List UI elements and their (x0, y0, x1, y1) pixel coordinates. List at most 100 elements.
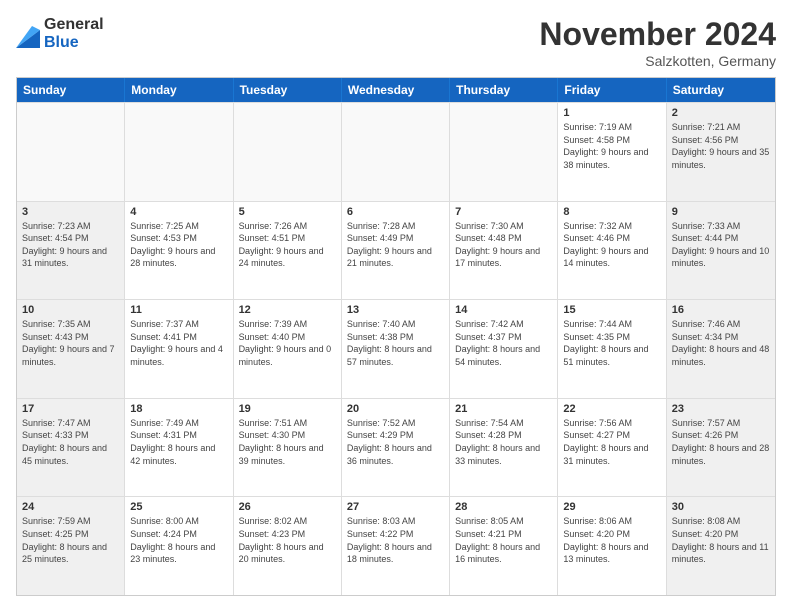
calendar: Sunday Monday Tuesday Wednesday Thursday… (16, 77, 776, 596)
day-number: 18 (130, 403, 227, 415)
day-info: Sunrise: 8:05 AM Sunset: 4:21 PM Dayligh… (455, 515, 552, 565)
cal-cell-r3-c2: 19Sunrise: 7:51 AM Sunset: 4:30 PM Dayli… (234, 399, 342, 497)
header-monday: Monday (125, 78, 233, 102)
cal-cell-r2-c6: 16 Sunrise: 7:46 AM Sunset: 4:34 PM Dayli… (667, 300, 775, 398)
logo: General Blue (16, 16, 104, 51)
header-friday: Friday (558, 78, 666, 102)
cal-cell-r1-c2: 5Sunrise: 7:26 AM Sunset: 4:51 PM Daylig… (234, 202, 342, 300)
day-info: Sunrise: 7:44 AM Sunset: 4:35 PM Dayligh… (563, 318, 660, 368)
day-info: Sunrise: 7:49 AM Sunset: 4:31 PM Dayligh… (130, 417, 227, 467)
header-wednesday: Wednesday (342, 78, 450, 102)
cal-cell-r1-c6: 9 Sunrise: 7:33 AM Sunset: 4:44 PM Daylig… (667, 202, 775, 300)
day-number: 3 (22, 206, 119, 218)
cal-cell-r2-c3: 13 Sunrise: 7:40 AM Sunset: 4:38 PM Dayli… (342, 300, 450, 398)
cal-cell-r4-c4: 28 Sunrise: 8:05 AM Sunset: 4:21 PM Dayli… (450, 497, 558, 595)
day-number: 19 (239, 403, 336, 415)
header-sunday: Sunday (17, 78, 125, 102)
day-number: 29 (563, 501, 660, 513)
cal-cell-r4-c6: 30Sunrise: 8:08 AM Sunset: 4:20 PM Dayli… (667, 497, 775, 595)
day-info: Sunrise: 7:42 AM Sunset: 4:37 PM Dayligh… (455, 318, 552, 368)
day-info: Sunrise: 7:25 AM Sunset: 4:53 PM Dayligh… (130, 220, 227, 270)
cal-cell-r1-c1: 4 Sunrise: 7:25 AM Sunset: 4:53 PM Daylig… (125, 202, 233, 300)
day-info: Sunrise: 7:33 AM Sunset: 4:44 PM Dayligh… (672, 220, 770, 270)
cal-cell-r0-c6: 2 Sunrise: 7:21 AM Sunset: 4:56 PM Daylig… (667, 103, 775, 201)
cal-cell-r4-c5: 29Sunrise: 8:06 AM Sunset: 4:20 PM Dayli… (558, 497, 666, 595)
cal-cell-r2-c4: 14 Sunrise: 7:42 AM Sunset: 4:37 PM Dayli… (450, 300, 558, 398)
day-number: 26 (239, 501, 336, 513)
day-number: 20 (347, 403, 444, 415)
cal-cell-r2-c5: 15 Sunrise: 7:44 AM Sunset: 4:35 PM Dayli… (558, 300, 666, 398)
day-number: 9 (672, 206, 770, 218)
day-number: 8 (563, 206, 660, 218)
day-info: Sunrise: 8:02 AM Sunset: 4:23 PM Dayligh… (239, 515, 336, 565)
calendar-body: 1 Sunrise: 7:19 AM Sunset: 4:58 PM Daylig… (17, 102, 775, 595)
cal-cell-r0-c4 (450, 103, 558, 201)
cal-cell-r3-c5: 22 Sunrise: 7:56 AM Sunset: 4:27 PM Dayli… (558, 399, 666, 497)
day-info: Sunrise: 7:21 AM Sunset: 4:56 PM Dayligh… (672, 121, 770, 171)
day-info: Sunrise: 7:32 AM Sunset: 4:46 PM Dayligh… (563, 220, 660, 270)
day-number: 1 (563, 107, 660, 119)
cal-cell-r0-c5: 1 Sunrise: 7:19 AM Sunset: 4:58 PM Daylig… (558, 103, 666, 201)
cal-cell-r3-c1: 18 Sunrise: 7:49 AM Sunset: 4:31 PM Dayli… (125, 399, 233, 497)
day-info: Sunrise: 8:08 AM Sunset: 4:20 PM Dayligh… (672, 515, 770, 565)
day-info: Sunrise: 7:35 AM Sunset: 4:43 PM Dayligh… (22, 318, 119, 368)
header: General Blue November 2024 Salzkotten, G… (16, 16, 776, 69)
day-number: 17 (22, 403, 119, 415)
title-block: November 2024 Salzkotten, Germany (539, 16, 776, 69)
cal-cell-r3-c3: 20Sunrise: 7:52 AM Sunset: 4:29 PM Dayli… (342, 399, 450, 497)
header-tuesday: Tuesday (234, 78, 342, 102)
month-title: November 2024 (539, 16, 776, 53)
day-number: 16 (672, 304, 770, 316)
cal-cell-r0-c1 (125, 103, 233, 201)
day-info: Sunrise: 7:59 AM Sunset: 4:25 PM Dayligh… (22, 515, 119, 565)
day-info: Sunrise: 8:00 AM Sunset: 4:24 PM Dayligh… (130, 515, 227, 565)
day-info: Sunrise: 7:40 AM Sunset: 4:38 PM Dayligh… (347, 318, 444, 368)
day-number: 11 (130, 304, 227, 316)
day-info: Sunrise: 7:26 AM Sunset: 4:51 PM Dayligh… (239, 220, 336, 270)
day-info: Sunrise: 7:56 AM Sunset: 4:27 PM Dayligh… (563, 417, 660, 467)
calendar-header: Sunday Monday Tuesday Wednesday Thursday… (17, 78, 775, 102)
cal-row-2: 10Sunrise: 7:35 AM Sunset: 4:43 PM Dayli… (17, 299, 775, 398)
location: Salzkotten, Germany (539, 53, 776, 69)
cal-cell-r1-c5: 8 Sunrise: 7:32 AM Sunset: 4:46 PM Daylig… (558, 202, 666, 300)
cal-cell-r1-c4: 7Sunrise: 7:30 AM Sunset: 4:48 PM Daylig… (450, 202, 558, 300)
day-info: Sunrise: 7:47 AM Sunset: 4:33 PM Dayligh… (22, 417, 119, 467)
day-number: 22 (563, 403, 660, 415)
cal-cell-r2-c2: 12 Sunrise: 7:39 AM Sunset: 4:40 PM Dayli… (234, 300, 342, 398)
day-info: Sunrise: 7:39 AM Sunset: 4:40 PM Dayligh… (239, 318, 336, 368)
header-thursday: Thursday (450, 78, 558, 102)
day-info: Sunrise: 7:57 AM Sunset: 4:26 PM Dayligh… (672, 417, 770, 467)
cal-cell-r3-c6: 23Sunrise: 7:57 AM Sunset: 4:26 PM Dayli… (667, 399, 775, 497)
day-info: Sunrise: 7:19 AM Sunset: 4:58 PM Dayligh… (563, 121, 660, 171)
cal-cell-r1-c3: 6Sunrise: 7:28 AM Sunset: 4:49 PM Daylig… (342, 202, 450, 300)
cal-cell-r0-c3 (342, 103, 450, 201)
day-info: Sunrise: 7:46 AM Sunset: 4:34 PM Dayligh… (672, 318, 770, 368)
day-number: 21 (455, 403, 552, 415)
day-info: Sunrise: 8:03 AM Sunset: 4:22 PM Dayligh… (347, 515, 444, 565)
day-info: Sunrise: 7:23 AM Sunset: 4:54 PM Dayligh… (22, 220, 119, 270)
header-saturday: Saturday (667, 78, 775, 102)
page: General Blue November 2024 Salzkotten, G… (0, 0, 792, 612)
day-number: 13 (347, 304, 444, 316)
day-number: 2 (672, 107, 770, 119)
day-number: 6 (347, 206, 444, 218)
cal-cell-r4-c1: 25 Sunrise: 8:00 AM Sunset: 4:24 PM Dayli… (125, 497, 233, 595)
cal-row-4: 24 Sunrise: 7:59 AM Sunset: 4:25 PM Dayli… (17, 496, 775, 595)
cal-cell-r0-c2 (234, 103, 342, 201)
day-number: 28 (455, 501, 552, 513)
day-number: 12 (239, 304, 336, 316)
day-number: 14 (455, 304, 552, 316)
day-number: 15 (563, 304, 660, 316)
day-info: Sunrise: 7:30 AM Sunset: 4:48 PM Dayligh… (455, 220, 552, 270)
day-info: Sunrise: 7:54 AM Sunset: 4:28 PM Dayligh… (455, 417, 552, 467)
day-number: 25 (130, 501, 227, 513)
cal-cell-r3-c0: 17 Sunrise: 7:47 AM Sunset: 4:33 PM Dayli… (17, 399, 125, 497)
day-number: 4 (130, 206, 227, 218)
cal-row-0: 1 Sunrise: 7:19 AM Sunset: 4:58 PM Daylig… (17, 102, 775, 201)
cal-cell-r4-c2: 26 Sunrise: 8:02 AM Sunset: 4:23 PM Dayli… (234, 497, 342, 595)
day-number: 24 (22, 501, 119, 513)
cal-cell-r4-c0: 24 Sunrise: 7:59 AM Sunset: 4:25 PM Dayli… (17, 497, 125, 595)
cal-cell-r0-c0 (17, 103, 125, 201)
logo-blue: Blue (44, 34, 104, 52)
day-info: Sunrise: 7:37 AM Sunset: 4:41 PM Dayligh… (130, 318, 227, 368)
